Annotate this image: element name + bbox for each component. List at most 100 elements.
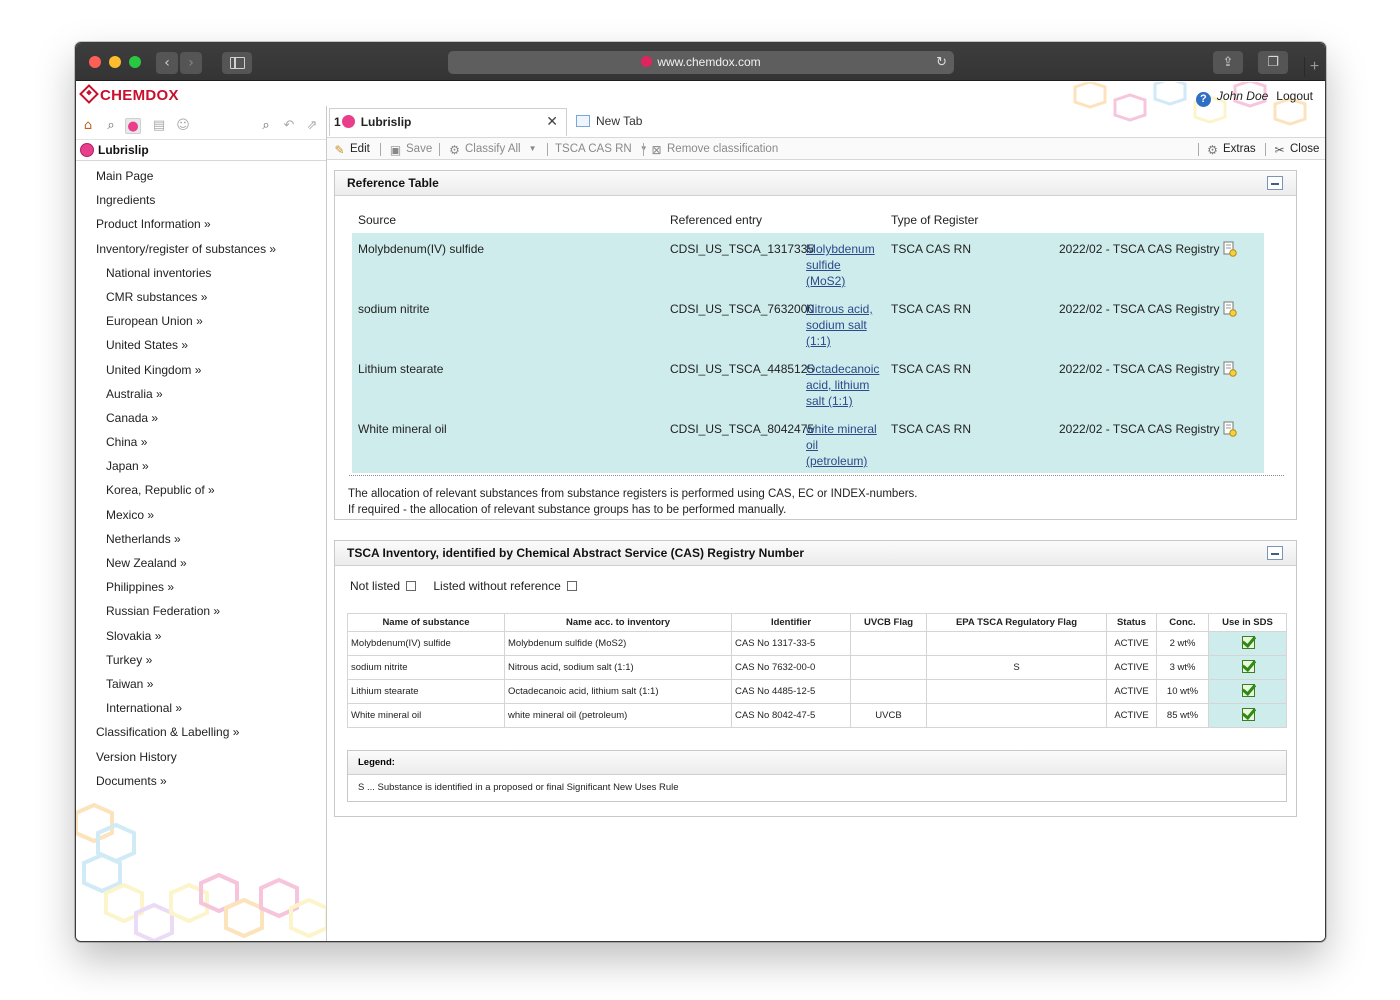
home-icon[interactable]: ⌂ bbox=[80, 118, 96, 134]
back-button[interactable]: ‹ bbox=[156, 52, 178, 74]
tsca-table-row[interactable]: sodium nitrite Nitrous acid, sodium salt … bbox=[347, 655, 1287, 680]
nav-item[interactable]: China » bbox=[76, 430, 327, 454]
tsca-inventory-panel: TSCA Inventory, identified by Chemical A… bbox=[334, 540, 1297, 817]
listed-without-reference-checkbox[interactable] bbox=[566, 581, 577, 591]
nav-item[interactable]: National inventories bbox=[76, 261, 327, 285]
close-tab-icon[interactable]: ✕ bbox=[546, 109, 558, 135]
tsca-cell-use-in-sds[interactable] bbox=[1208, 655, 1287, 680]
nav-item[interactable]: International » bbox=[76, 696, 327, 720]
nav-item[interactable]: Taiwan » bbox=[76, 672, 327, 696]
tsca-column-header[interactable]: Name acc. to inventory bbox=[504, 613, 732, 632]
nav-item[interactable]: Netherlands » bbox=[76, 527, 327, 551]
nav-item[interactable]: Version History bbox=[76, 745, 327, 769]
nav-item[interactable]: Russian Federation » bbox=[76, 599, 327, 623]
tsca-cell-epa-flag bbox=[926, 631, 1107, 656]
tsca-cell-use-in-sds[interactable] bbox=[1208, 679, 1287, 704]
save-button[interactable]: ▣ Save bbox=[389, 138, 432, 160]
tab-lubrislip[interactable]: 1 Lubrislip ✕ bbox=[329, 108, 567, 136]
chemdox-logo[interactable]: CHEMDOX bbox=[79, 84, 179, 104]
tab-new[interactable]: New Tab bbox=[574, 108, 704, 136]
document-icon[interactable]: ▤ bbox=[151, 118, 167, 134]
address-bar[interactable]: www.chemdox.com ↻ bbox=[448, 51, 954, 74]
tsca-cas-rn-dropdown[interactable]: TSCA CAS RN▼ bbox=[555, 138, 648, 160]
users-icon[interactable]: ☺ bbox=[175, 118, 191, 134]
referenced-entry-link[interactable]: white mineral oil (petroleum) bbox=[806, 421, 884, 469]
nav-item[interactable]: Slovakia » bbox=[76, 624, 327, 648]
nav-item[interactable]: Canada » bbox=[76, 406, 327, 430]
nav-item[interactable]: New Zealand » bbox=[76, 551, 327, 575]
undo-icon[interactable]: ↶ bbox=[281, 118, 297, 134]
nav-item[interactable]: Korea, Republic of » bbox=[76, 478, 327, 502]
nav-item[interactable]: Japan » bbox=[76, 454, 327, 478]
left-panel-toolbar: ⌂ ⌕ ● ▤ ☺ ⌕ ↶ ⇗ bbox=[76, 115, 326, 137]
tsca-column-header[interactable]: UVCB Flag bbox=[850, 613, 927, 632]
tsca-column-header[interactable]: Status bbox=[1106, 613, 1157, 632]
tsca-cell-status: ACTIVE bbox=[1106, 631, 1157, 656]
allocation-note-line-2: If required - the allocation of relevant… bbox=[348, 504, 787, 516]
tsca-table-row[interactable]: Lithium stearate Octadecanoic acid, lithi… bbox=[347, 679, 1287, 704]
referenced-entry-link[interactable]: Octadecanoic acid, lithium salt (1:1) bbox=[806, 361, 884, 409]
nav-item[interactable]: Classification & Labelling » bbox=[76, 720, 327, 744]
referenced-entry-link-line: Nitrous acid, bbox=[806, 302, 873, 316]
collapse-button[interactable] bbox=[1267, 176, 1283, 190]
nav-item[interactable]: Main Page bbox=[76, 164, 327, 188]
nav-item[interactable]: European Union » bbox=[76, 309, 327, 333]
products-icon[interactable]: ● bbox=[125, 118, 141, 134]
nav-item[interactable]: United States » bbox=[76, 333, 327, 357]
tsca-column-header[interactable]: Use in SDS bbox=[1208, 613, 1287, 632]
zoom-window-button[interactable] bbox=[129, 56, 141, 68]
nav-item[interactable]: Inventory/register of substances » bbox=[76, 237, 327, 261]
tsca-table-header-row: Name of substance Name acc. to inventory I… bbox=[347, 613, 1287, 632]
panel-divider[interactable] bbox=[326, 106, 327, 941]
classify-all-button[interactable]: ⚙ Classify All ▼ bbox=[448, 138, 536, 160]
logout-link[interactable]: Logout bbox=[1276, 89, 1313, 103]
remove-classification-button[interactable]: ⊠ Remove classification bbox=[650, 138, 778, 160]
registry-detail-icon[interactable] bbox=[1223, 301, 1237, 321]
extras-button[interactable]: ⚙ Extras bbox=[1206, 138, 1255, 160]
sidebar-toggle-button[interactable] bbox=[222, 52, 252, 74]
collapse-button[interactable] bbox=[1267, 546, 1283, 560]
zoom-search-icon[interactable]: ⌕ bbox=[258, 118, 274, 134]
help-icon[interactable]: ? bbox=[1195, 92, 1211, 107]
minimize-window-button[interactable] bbox=[109, 56, 121, 68]
not-listed-checkbox[interactable] bbox=[406, 581, 417, 591]
search-icon[interactable]: ⌕ bbox=[103, 118, 119, 134]
url-text: www.chemdox.com bbox=[657, 55, 761, 69]
tsca-column-header[interactable]: EPA TSCA Regulatory Flag bbox=[926, 613, 1107, 632]
nav-item[interactable]: Turkey » bbox=[76, 648, 327, 672]
tsca-cell-use-in-sds[interactable] bbox=[1208, 703, 1287, 728]
tsca-inventory-header: TSCA Inventory, identified by Chemical A… bbox=[335, 541, 1296, 566]
referenced-entry-link-line: sulfide bbox=[806, 258, 841, 272]
referenced-entry-link[interactable]: Nitrous acid, sodium salt (1:1) bbox=[806, 301, 884, 349]
nav-item[interactable]: CMR substances » bbox=[76, 285, 327, 309]
edit-button[interactable]: ✎ Edit bbox=[333, 138, 369, 160]
tsca-table-row[interactable]: Molybdenum(IV) sulfide Molybdenum sulfide… bbox=[347, 631, 1287, 656]
close-window-button[interactable] bbox=[89, 56, 101, 68]
toolbar-separator bbox=[1265, 143, 1266, 156]
nav-item[interactable]: Philippines » bbox=[76, 575, 327, 599]
tsca-column-header[interactable]: Identifier bbox=[731, 613, 851, 632]
tsca-cell-use-in-sds[interactable] bbox=[1208, 631, 1287, 656]
chemdox-logo-icon bbox=[79, 84, 99, 104]
new-browser-tab-button[interactable]: + bbox=[1304, 57, 1324, 77]
nav-item[interactable]: Ingredients bbox=[76, 188, 327, 212]
tsca-column-header[interactable]: Name of substance bbox=[347, 613, 505, 632]
tab-overview-button[interactable]: ❐ bbox=[1258, 51, 1288, 74]
registry-detail-icon[interactable] bbox=[1223, 421, 1237, 441]
nav-item[interactable]: Australia » bbox=[76, 382, 327, 406]
referenced-entry-link[interactable]: Molybdenum sulfide (MoS2) bbox=[806, 241, 884, 289]
tsca-table-row[interactable]: White mineral oil white mineral oil (petr… bbox=[347, 703, 1287, 728]
nav-item[interactable]: United Kingdom » bbox=[76, 358, 327, 382]
nav-item[interactable]: Product Information » bbox=[76, 212, 327, 236]
registry-detail-icon[interactable] bbox=[1223, 241, 1237, 261]
registry-detail-icon[interactable] bbox=[1223, 361, 1237, 381]
share-button[interactable]: ⇪ bbox=[1213, 51, 1243, 74]
reference-row: Molybdenum(IV) sulfide CDSI_US_TSCA_13173… bbox=[352, 233, 1264, 293]
pin-icon[interactable]: ⇗ bbox=[304, 118, 320, 134]
nav-item[interactable]: Documents » bbox=[76, 769, 327, 793]
forward-button[interactable]: › bbox=[180, 52, 202, 74]
close-button[interactable]: ✂ Close bbox=[1273, 138, 1319, 160]
tsca-column-header[interactable]: Conc. bbox=[1156, 613, 1209, 632]
nav-item[interactable]: Mexico » bbox=[76, 503, 327, 527]
reload-icon[interactable]: ↻ bbox=[936, 51, 947, 74]
